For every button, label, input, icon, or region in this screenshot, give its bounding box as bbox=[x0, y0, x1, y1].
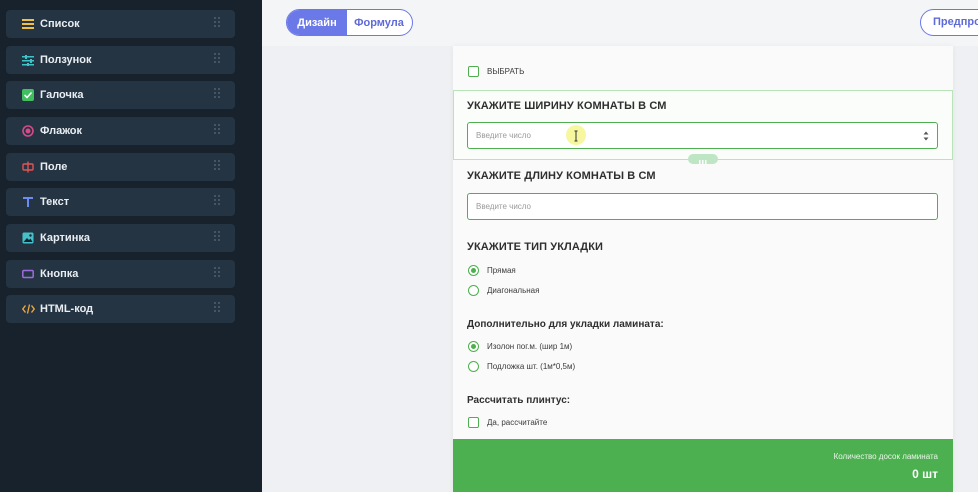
drag-handle-icon[interactable] bbox=[214, 267, 222, 279]
text-cursor-icon bbox=[574, 129, 578, 142]
drag-handle-icon[interactable] bbox=[214, 124, 222, 136]
laying-type-title: УКАЖИТЕ ТИП УКЛАДКИ bbox=[467, 241, 604, 253]
radio-icon bbox=[21, 124, 35, 138]
result-panel: Количество досок ламината 0 шт bbox=[453, 439, 953, 492]
select-checkbox-label: ВЫБРАТЬ bbox=[487, 67, 525, 76]
laying-type-option-straight: Прямая bbox=[487, 266, 516, 275]
sidebar-item-label: Ползунок bbox=[40, 54, 92, 66]
text-icon bbox=[21, 195, 35, 209]
sidebar-item-field[interactable]: Поле bbox=[6, 153, 235, 181]
sidebar-item-text[interactable]: Текст bbox=[6, 188, 235, 216]
width-question-title: УКАЖИТЕ ШИРИНУ КОМНАТЫ В СМ bbox=[467, 100, 667, 112]
mode-tabs: Дизайн Формула bbox=[286, 9, 413, 36]
number-stepper-icon[interactable] bbox=[923, 129, 929, 141]
extra-title: Дополнительно для укладки ламината: bbox=[467, 319, 664, 330]
list-icon bbox=[21, 17, 35, 31]
drag-handle-icon[interactable] bbox=[214, 302, 222, 314]
sidebar-item-list[interactable]: Список bbox=[6, 10, 235, 38]
drag-handle-icon[interactable] bbox=[214, 17, 222, 29]
tab-formula[interactable]: Формула bbox=[347, 10, 411, 35]
laying-type-option-diagonal: Диагональная bbox=[487, 286, 540, 295]
result-value: 0 шт bbox=[912, 467, 938, 481]
slider-icon bbox=[21, 53, 35, 67]
result-label: Количество досок ламината bbox=[833, 452, 938, 461]
preview-button[interactable]: Предпросмотр bbox=[920, 9, 978, 36]
sidebar-item-label: Кнопка bbox=[40, 268, 79, 280]
sidebar-item-label: Список bbox=[40, 18, 80, 30]
select-checkbox[interactable] bbox=[468, 66, 479, 77]
sidebar-item-slider[interactable]: Ползунок bbox=[6, 46, 235, 74]
drag-handle-icon[interactable] bbox=[214, 231, 222, 243]
length-question-title: УКАЖИТЕ ДЛИНУ КОМНАТЫ В СМ bbox=[467, 170, 656, 182]
sidebar-item-button[interactable]: Кнопка bbox=[6, 260, 235, 288]
code-icon bbox=[21, 302, 35, 316]
sidebar-item-label: Картинка bbox=[40, 232, 90, 244]
plinth-checkbox[interactable] bbox=[468, 417, 479, 428]
sidebar-item-label: Текст bbox=[40, 196, 70, 208]
length-input[interactable] bbox=[467, 193, 938, 220]
laying-type-radio-straight[interactable] bbox=[468, 265, 479, 276]
button-icon bbox=[21, 267, 35, 281]
form-card: ВЫБРАТЬ УКАЖИТЕ ШИРИНУ КОМНАТЫ В СМ УКАЖ… bbox=[453, 46, 953, 492]
tab-design[interactable]: Дизайн bbox=[287, 10, 347, 35]
checkbox-icon bbox=[21, 88, 35, 102]
laying-type-radio-diagonal[interactable] bbox=[468, 285, 479, 296]
drag-handle-icon[interactable] bbox=[214, 160, 222, 172]
sidebar-item-label: Галочка bbox=[40, 89, 84, 101]
sidebar-item-checkbox[interactable]: Галочка bbox=[6, 81, 235, 109]
extra-option-underlay: Подложка шт. (1м*0,5м) bbox=[487, 362, 576, 371]
field-icon bbox=[21, 160, 35, 174]
extra-radio-underlay[interactable] bbox=[468, 361, 479, 372]
extra-option-izolon: Изолон пог.м. (шир 1м) bbox=[487, 342, 573, 351]
sidebar-item-radio[interactable]: Флажок bbox=[6, 117, 235, 145]
sidebar-item-html[interactable]: HTML-код bbox=[6, 295, 235, 323]
resize-handle[interactable] bbox=[688, 154, 718, 164]
sidebar-item-label: Поле bbox=[40, 161, 68, 173]
sidebar-item-label: HTML-код bbox=[40, 303, 94, 315]
drag-handle-icon[interactable] bbox=[214, 53, 222, 65]
sidebar-item-image[interactable]: Картинка bbox=[6, 224, 235, 252]
drag-handle-icon[interactable] bbox=[214, 88, 222, 100]
sidebar-item-label: Флажок bbox=[40, 125, 82, 137]
width-input[interactable] bbox=[467, 122, 938, 149]
plinth-option-label: Да, рассчитайте bbox=[487, 418, 548, 427]
top-toolbar: Дизайн Формула Предпросмотр bbox=[262, 0, 978, 46]
sidebar: Список Ползунок Галочка Флажок Поле Текс… bbox=[0, 0, 262, 492]
extra-radio-izolon[interactable] bbox=[468, 341, 479, 352]
image-icon bbox=[21, 231, 35, 245]
plinth-title: Рассчитать плинтус: bbox=[467, 395, 571, 406]
form-canvas: ВЫБРАТЬ УКАЖИТЕ ШИРИНУ КОМНАТЫ В СМ УКАЖ… bbox=[262, 46, 978, 492]
drag-handle-icon[interactable] bbox=[214, 195, 222, 207]
